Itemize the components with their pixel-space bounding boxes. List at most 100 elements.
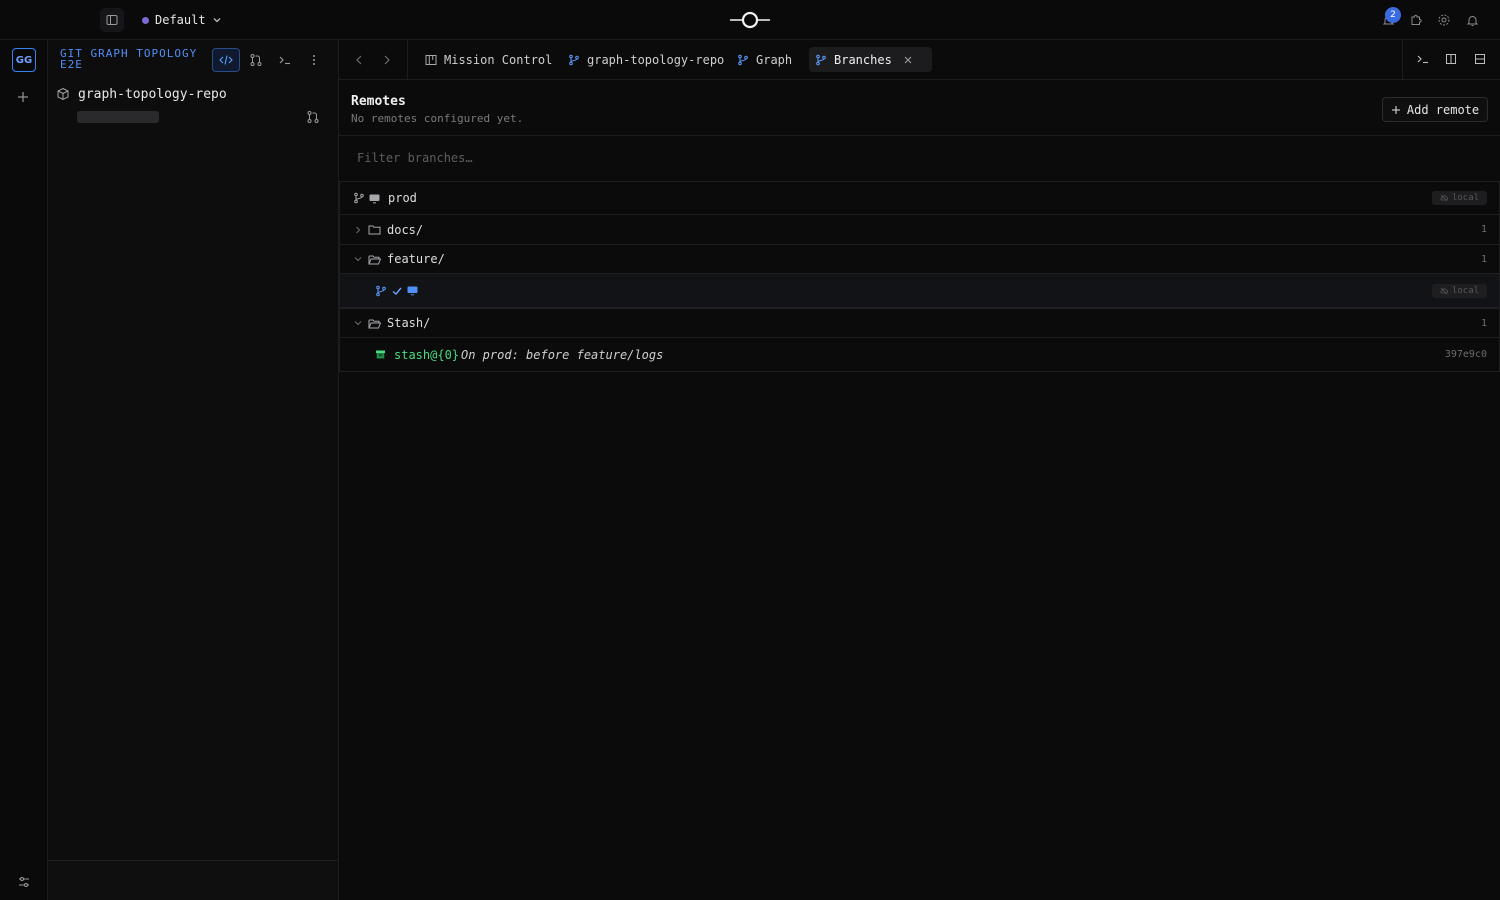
folder-count: 1 <box>1480 253 1487 265</box>
extensions-button[interactable] <box>1408 12 1424 28</box>
folder-count: 1 <box>1480 317 1487 329</box>
panel-footer <box>48 860 338 900</box>
commit-logo-icon <box>730 11 770 29</box>
bell-alert-icon <box>1466 15 1478 26</box>
sliders-icon <box>19 877 29 887</box>
branch-row-prod[interactable]: prod local <box>339 181 1500 215</box>
tab-bar: Mission Control graph-topology-repo Grap… <box>339 40 1500 80</box>
settings-button[interactable] <box>1436 12 1452 28</box>
remotes-empty-text: No remotes configured yet. <box>351 112 524 125</box>
workspace-avatar[interactable]: GG <box>12 48 36 72</box>
back-button[interactable] <box>353 53 365 67</box>
monitor-icon <box>407 286 418 296</box>
sidebar-toggle-button[interactable] <box>100 8 124 32</box>
package-icon <box>57 87 69 101</box>
folder-count: 1 <box>1480 224 1487 235</box>
project-panel: GIT GRAPH TOPOLOGY E2E graph-topology-re… <box>48 40 339 900</box>
plus-icon <box>18 92 28 102</box>
pull-request-icon <box>307 111 319 123</box>
chevron-right-icon <box>356 226 361 233</box>
top-bar: Default 2 <box>0 0 1500 40</box>
folder-name: docs/ <box>387 222 424 237</box>
branch-icon <box>738 54 748 65</box>
code-icon <box>219 55 233 65</box>
tab-separator <box>407 40 408 80</box>
folder-row-stash[interactable]: Stash/ 1 <box>339 308 1500 338</box>
gear-icon <box>1438 14 1450 26</box>
local-badge: local <box>1432 191 1487 205</box>
chevron-down-icon <box>354 321 362 326</box>
toggle-terminal-button[interactable] <box>1416 53 1430 65</box>
split-columns-icon <box>1446 54 1456 64</box>
folder-name: feature/ <box>387 252 445 266</box>
forward-button[interactable] <box>381 53 393 67</box>
branch-icon <box>816 54 826 65</box>
kanban-icon <box>425 54 437 65</box>
folder-open-icon <box>368 255 381 264</box>
check-icon <box>392 287 402 295</box>
add-remote-label: Add remote <box>1406 102 1480 117</box>
pull-request-icon <box>250 54 262 66</box>
close-icon[interactable] <box>903 55 913 65</box>
chevron-down-icon <box>354 257 362 262</box>
add-workspace-button[interactable] <box>16 90 30 104</box>
cloud-off-icon <box>1440 194 1448 202</box>
project-title: GIT GRAPH TOPOLOGY E2E <box>60 47 198 71</box>
branch-row-current[interactable]: local <box>339 274 1500 308</box>
workspace-color-dot <box>142 16 149 24</box>
split-rows-icon <box>1475 54 1485 64</box>
toolbar-separator <box>1402 40 1403 80</box>
plus-icon <box>1391 105 1400 114</box>
branch-icon <box>376 285 386 296</box>
split-vertical-button[interactable] <box>1445 53 1457 65</box>
workspace-select[interactable]: Default <box>142 10 222 30</box>
branch-icon <box>569 54 579 65</box>
tab-label: Graph <box>756 52 793 67</box>
chevron-left-icon <box>356 55 362 65</box>
chevron-down-icon <box>213 18 221 23</box>
pull-requests-button[interactable] <box>242 48 270 72</box>
filter-branches-input[interactable] <box>339 136 1500 180</box>
alerts-button[interactable] <box>1464 12 1480 28</box>
repo-item[interactable]: graph-topology-repo <box>56 84 227 104</box>
folder-row-feature[interactable]: feature/ 1 <box>339 244 1500 274</box>
repo-name: graph-topology-repo <box>78 86 227 102</box>
branch-name: prod <box>388 191 417 205</box>
repo-branch-placeholder <box>77 111 159 123</box>
stash-hash: 397e9c0 <box>1444 349 1487 360</box>
terminal-button[interactable] <box>271 48 299 72</box>
tab-label: Mission Control <box>444 52 553 67</box>
repo-sync-button[interactable] <box>306 110 320 124</box>
puzzle-icon <box>1411 14 1422 25</box>
branch-icon <box>354 192 364 204</box>
tab-branches[interactable]: Branches <box>809 47 932 72</box>
chevron-right-icon <box>384 55 390 65</box>
terminal-icon <box>279 56 290 65</box>
folder-open-icon <box>368 319 381 328</box>
tab-mission-control[interactable]: Mission Control <box>419 47 558 72</box>
folder-icon <box>368 225 381 235</box>
code-view-button[interactable] <box>212 48 240 72</box>
folder-row-docs[interactable]: docs/ 1 <box>339 215 1500 245</box>
more-options-button[interactable] <box>300 48 328 72</box>
stash-message: On prod: before feature/logs <box>461 347 664 362</box>
folder-name: Stash/ <box>387 316 431 330</box>
tab-repo[interactable]: graph-topology-repo <box>562 47 730 72</box>
tab-graph[interactable]: Graph <box>731 47 798 72</box>
tab-label: Branches <box>834 52 892 67</box>
sidebar-icon <box>106 15 118 25</box>
workspace-rail: GG <box>0 40 48 900</box>
add-remote-button[interactable]: Add remote <box>1382 97 1488 122</box>
remotes-title: Remotes <box>351 94 406 109</box>
split-horizontal-button[interactable] <box>1474 53 1486 65</box>
kebab-menu-icon <box>313 55 315 65</box>
workspace-name: Default <box>155 13 206 27</box>
tab-label: graph-topology-repo <box>587 52 725 67</box>
stash-row[interactable]: stash@{0} On prod: before feature/logs 3… <box>339 338 1500 372</box>
branches-view: Remotes No remotes configured yet. Add r… <box>339 80 1500 900</box>
local-badge: local <box>1432 283 1487 298</box>
preferences-button[interactable] <box>17 875 31 889</box>
cloud-off-icon <box>1440 287 1448 294</box>
terminal-icon <box>1417 55 1428 64</box>
notification-count-badge: 2 <box>1385 7 1401 23</box>
